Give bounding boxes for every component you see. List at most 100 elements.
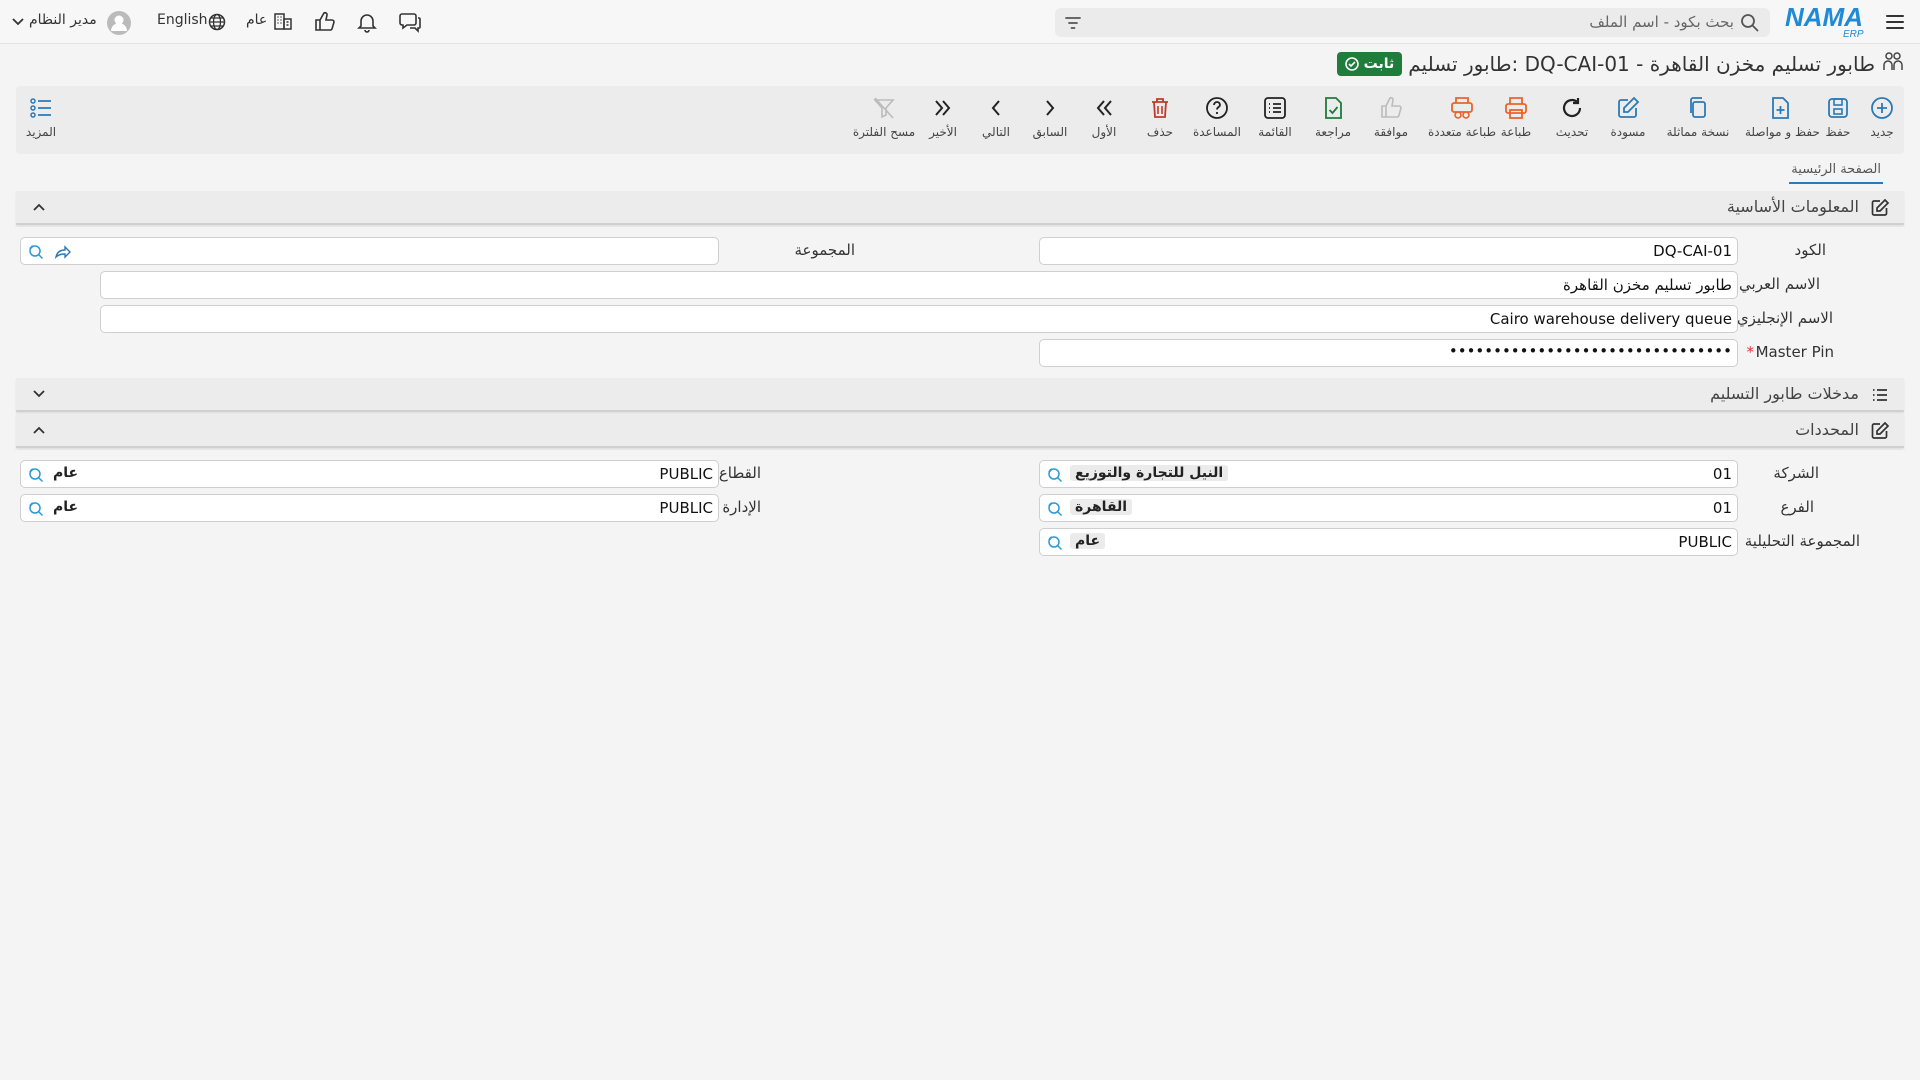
more-label: المزيد: [25, 125, 57, 139]
basic-info-title: المعلومات الأساسية: [1726, 197, 1859, 216]
sector-label: القطاع: [718, 464, 761, 482]
svg-text:ERP: ERP: [1843, 29, 1864, 38]
chevron-right-icon: [1046, 100, 1055, 116]
branch-name: القاهرة: [1070, 499, 1133, 515]
code-field[interactable]: DQ-CAI-01: [1039, 237, 1738, 265]
analytic-group-code: PUBLIC: [1678, 533, 1732, 551]
search-refresh-icon[interactable]: [1046, 466, 1064, 488]
search-refresh-icon[interactable]: [1046, 534, 1064, 556]
list-icon: [1264, 97, 1286, 119]
queue-icon: [1881, 50, 1905, 78]
department-code: PUBLIC: [659, 499, 713, 517]
sector-field[interactable]: PUBLIC عام: [20, 460, 719, 488]
tab-main[interactable]: الصفحة الرئيسية: [1789, 160, 1883, 184]
question-circle-icon: [1206, 97, 1228, 119]
chevron-left-icon: [991, 100, 1000, 116]
edit-icon: [1870, 421, 1890, 445]
multi-print-label: طباعة متعددة: [1427, 125, 1496, 139]
search-icon: [1740, 13, 1760, 37]
search-refresh-icon[interactable]: [27, 500, 45, 522]
thumbs-up-icon[interactable]: [313, 10, 337, 38]
nama-logo[interactable]: NAMA ERP: [1785, 2, 1870, 40]
status-badge: ثابت: [1336, 52, 1403, 76]
code-label: الكود: [1794, 241, 1826, 259]
dimensions-body: الشركة 01 النيل للتجارة والتوزيع القطاع …: [16, 450, 1904, 564]
analytic-group-label: المجموعة التحليلية: [1744, 532, 1860, 550]
basic-info-header[interactable]: المعلومات الأساسية: [16, 191, 1904, 225]
company-label: الشركة: [1773, 464, 1819, 482]
hamburger-menu-icon[interactable]: [1884, 11, 1906, 37]
page-title-row: طابور تسليم: DQ-CAI-01 - طابور تسليم مخز…: [1336, 50, 1905, 78]
list-icon: [1870, 385, 1890, 409]
chevron-down-icon[interactable]: [32, 387, 46, 405]
multi-printer-icon: [1451, 97, 1473, 119]
search-placeholder: بحث بكود - اسم الملف: [1589, 13, 1734, 31]
tab-bar: الصفحة الرئيسية: [1789, 160, 1883, 186]
share-icon[interactable]: [53, 243, 71, 265]
pencil-square-icon: [1618, 96, 1640, 118]
printer-icon: [1505, 97, 1527, 119]
arabic-name-field[interactable]: طابور تسليم مخزن القاهرة: [100, 271, 1738, 299]
search-refresh-icon[interactable]: [27, 243, 45, 265]
globe-icon[interactable]: [207, 10, 227, 36]
queue-entries-title: مدخلات طابور التسليم: [1710, 384, 1859, 403]
queue-entries-header[interactable]: مدخلات طابور التسليم: [16, 378, 1904, 412]
department-name: عام: [53, 499, 79, 515]
action-toolbar: جديد حفظ حفظ و مواصلة نسخة مماثلة مسودة …: [16, 86, 1904, 154]
company-field[interactable]: 01 النيل للتجارة والتوزيع: [1039, 460, 1738, 488]
search-refresh-icon[interactable]: [27, 466, 45, 488]
edit-icon: [1870, 198, 1890, 222]
bell-icon[interactable]: [355, 10, 379, 38]
refresh-icon: [1562, 98, 1582, 118]
required-marker: *: [1746, 343, 1755, 361]
more-button[interactable]: المزيد: [11, 94, 71, 139]
group-field[interactable]: [20, 237, 719, 265]
chevron-up-icon[interactable]: [32, 200, 46, 218]
sector-name: عام: [53, 465, 79, 481]
master-pin-field[interactable]: ••••••••••••••••••••••••••••••••: [1039, 339, 1738, 367]
branch-selector[interactable]: عام: [246, 12, 267, 28]
file-plus-icon: [1772, 97, 1789, 119]
code-value: DQ-CAI-01: [1653, 242, 1732, 260]
user-name[interactable]: مدير النظام: [29, 12, 97, 28]
branch-field[interactable]: 01 القاهرة: [1039, 494, 1738, 522]
clear-filter-button: مسح الفلترة: [849, 94, 919, 139]
department-label: الإدارة: [722, 498, 761, 516]
sector-code: PUBLIC: [659, 465, 713, 483]
double-chevron-right-icon: [935, 100, 951, 116]
filter-icon[interactable]: [1063, 13, 1083, 37]
thumbs-up-icon: [1381, 96, 1402, 118]
language-switch[interactable]: English: [157, 12, 208, 28]
clear-filter-label: مسح الفلترة: [852, 125, 916, 139]
english-name-field[interactable]: Cairo warehouse delivery queue: [100, 305, 1738, 333]
basic-info-body: الكود DQ-CAI-01 المجموعة الاسم العربي طا…: [16, 227, 1904, 373]
save-continue-button[interactable]: حفظ و مواصلة: [1745, 94, 1820, 139]
chat-icon[interactable]: [398, 10, 422, 38]
double-chevron-left-icon: [1096, 100, 1112, 116]
chevron-up-icon[interactable]: [32, 423, 46, 441]
master-pin-value: ••••••••••••••••••••••••••••••••: [1448, 342, 1732, 360]
analytic-group-field[interactable]: PUBLIC عام: [1039, 528, 1738, 556]
multi-print-button[interactable]: طباعة متعددة: [1427, 94, 1497, 139]
department-field[interactable]: PUBLIC عام: [20, 494, 719, 522]
english-name-label: الاسم الإنجليزي: [1736, 309, 1833, 327]
search-input[interactable]: بحث بكود - اسم الملف: [1055, 8, 1770, 37]
group-label: المجموعة: [794, 241, 855, 259]
master-pin-label: Master Pin: [1755, 343, 1834, 361]
building-icon[interactable]: [272, 10, 294, 36]
chevron-down-icon[interactable]: [11, 15, 25, 33]
status-badge-label: ثابت: [1363, 56, 1395, 72]
english-name-value: Cairo warehouse delivery queue: [1489, 310, 1732, 328]
dimensions-header[interactable]: المحددات: [16, 414, 1904, 448]
company-name: النيل للتجارة والتوزيع: [1070, 465, 1229, 481]
save-continue-label: حفظ و مواصلة: [1745, 125, 1820, 139]
copy-icon: [1690, 97, 1706, 118]
duplicate-button[interactable]: نسخة مماثلة: [1663, 94, 1733, 139]
search-refresh-icon[interactable]: [1046, 500, 1064, 522]
save-icon: [1828, 98, 1848, 118]
file-check-icon: [1325, 97, 1342, 119]
branch-code: 01: [1712, 499, 1732, 517]
avatar-icon[interactable]: [106, 10, 132, 40]
check-circle-icon: [1344, 57, 1359, 71]
branch-label: الفرع: [1780, 498, 1814, 516]
